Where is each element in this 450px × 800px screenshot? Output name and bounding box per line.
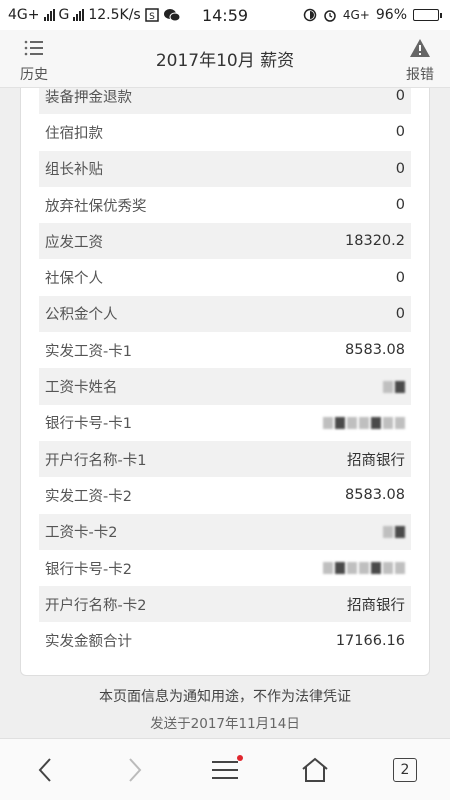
back-icon: [38, 757, 51, 782]
signal-icon-2: [73, 9, 85, 21]
salary-row-value: 0: [395, 305, 405, 322]
battery-icon: [413, 9, 442, 21]
salary-row: 开户行名称-卡2 招商银行: [39, 586, 411, 623]
menu-icon: [212, 760, 238, 779]
screenshot-icon: S: [144, 8, 159, 22]
tabs-icon: 2: [393, 757, 417, 782]
salary-row-label: 社保个人: [45, 271, 103, 288]
salary-row-label: 应发工资: [45, 234, 103, 251]
battery-percent: 96%: [375, 7, 407, 23]
history-button[interactable]: 历史: [4, 36, 64, 84]
network-type-3: 4G+: [342, 8, 370, 22]
notice-disclaimer: 本页面信息为通知用途，不作为法律凭证: [99, 689, 351, 705]
do-not-disturb-icon: [303, 8, 317, 22]
wechat-icon: [163, 9, 181, 22]
redacted-value: [323, 416, 405, 429]
salary-row: 公积金个人 0: [39, 295, 411, 333]
salary-row: 社保个人 0: [39, 259, 411, 295]
browser-bottom-nav: 2: [0, 738, 450, 800]
salary-row-label: 实发工资-卡2: [45, 488, 132, 505]
salary-row: 开户行名称-卡1 招商银行: [39, 440, 411, 478]
redacted-value: [383, 525, 405, 538]
salary-row-label: 开户行名称-卡2: [45, 597, 147, 614]
salary-row: 银行卡号-卡1: [39, 405, 411, 441]
salary-row-value: 17166.16: [335, 632, 405, 649]
salary-content[interactable]: 装备押金退款 0 住宿扣款 0 组长补贴 0 放弃社保优秀奖 0 应发工资 18320.2 社保个人…: [0, 88, 450, 738]
salary-row-label: 实发金额合计: [45, 634, 132, 651]
salary-row-value: 8583.08: [345, 487, 405, 504]
salary-row-label: 工资卡-卡2: [45, 525, 118, 542]
report-error-button[interactable]: 报错: [390, 36, 450, 84]
network-type-1: 4G+: [8, 7, 40, 23]
salary-row-value: 0: [395, 160, 405, 177]
back-button[interactable]: [15, 745, 75, 795]
salary-row: 工资卡-卡2: [39, 513, 411, 550]
salary-row-label: 开户行名称-卡1: [45, 452, 147, 469]
menu-button[interactable]: [195, 745, 255, 795]
salary-row-value: 0: [395, 88, 405, 105]
status-bar: 4G+ G 12.5K/s S 14:59 4G+ 96%: [0, 0, 450, 30]
notification-dot: [237, 754, 243, 761]
salary-row-value: 0: [395, 197, 405, 214]
network-speed: 12.5K/s: [88, 7, 141, 23]
salary-table: 装备押金退款 0 住宿扣款 0 组长补贴 0 放弃社保优秀奖 0 应发工资 18320.2 社保个人…: [39, 88, 411, 659]
salary-row-label: 银行卡号-卡2: [45, 561, 132, 578]
salary-row: 银行卡号-卡2: [39, 550, 411, 586]
salary-row: 放弃社保优秀奖 0: [39, 187, 411, 223]
salary-row: 实发金额合计 17166.16: [39, 622, 411, 658]
salary-row: 实发工资-卡2 8583.08: [39, 477, 411, 513]
svg-text:S: S: [149, 12, 155, 22]
salary-row-value: 18320.2: [345, 233, 405, 250]
history-label: 历史: [20, 67, 48, 83]
salary-row-label: 装备押金退款: [45, 89, 132, 106]
alarm-icon: [324, 10, 336, 22]
salary-row-label: 公积金个人: [45, 307, 118, 324]
salary-row-label: 实发工资-卡1: [45, 343, 132, 360]
app-header: 历史 2017年10月 薪资 报错: [0, 30, 450, 88]
salary-row-label: 工资卡姓名: [45, 380, 118, 397]
salary-row-value: 8583.08: [345, 342, 405, 359]
salary-row-label: 银行卡号-卡1: [45, 416, 132, 433]
salary-row: 实发工资-卡1 8583.08: [39, 332, 411, 368]
salary-row-value: 0: [395, 269, 405, 286]
salary-row-value: 招商银行: [347, 597, 405, 614]
list-icon: [24, 36, 44, 60]
salary-card: 装备押金退款 0 住宿扣款 0 组长补贴 0 放弃社保优秀奖 0 应发工资 18320.2 社保个人…: [20, 88, 430, 676]
redacted-value: [383, 380, 405, 393]
signal-icon: [43, 9, 55, 21]
salary-row-label: 放弃社保优秀奖: [45, 198, 147, 215]
forward-button[interactable]: [105, 745, 165, 795]
warning-icon: [409, 36, 431, 60]
network-type-2: G: [58, 7, 70, 23]
forward-icon: [129, 757, 142, 782]
salary-row-label: 住宿扣款: [45, 125, 103, 142]
report-label: 报错: [406, 67, 434, 83]
salary-row-value: 招商银行: [347, 452, 405, 469]
salary-row-value: 0: [395, 124, 405, 141]
home-icon: [302, 757, 328, 782]
salary-row: 装备押金退款 0: [39, 88, 411, 115]
salary-row: 工资卡姓名: [39, 368, 411, 405]
salary-row: 住宿扣款 0: [39, 114, 411, 150]
notice: 本页面信息为通知用途，不作为法律凭证 发送于2017年11月14日: [0, 686, 450, 732]
tabs-button[interactable]: 2: [375, 745, 435, 795]
home-button[interactable]: [285, 745, 345, 795]
salary-row: 组长补贴 0: [39, 150, 411, 187]
salary-row-label: 组长补贴: [45, 162, 103, 179]
notice-date: 发送于2017年11月14日: [150, 716, 300, 732]
salary-row: 应发工资 18320.2: [39, 223, 411, 260]
redacted-value: [323, 562, 405, 574]
page-title: 2017年10月 薪资: [155, 51, 295, 71]
